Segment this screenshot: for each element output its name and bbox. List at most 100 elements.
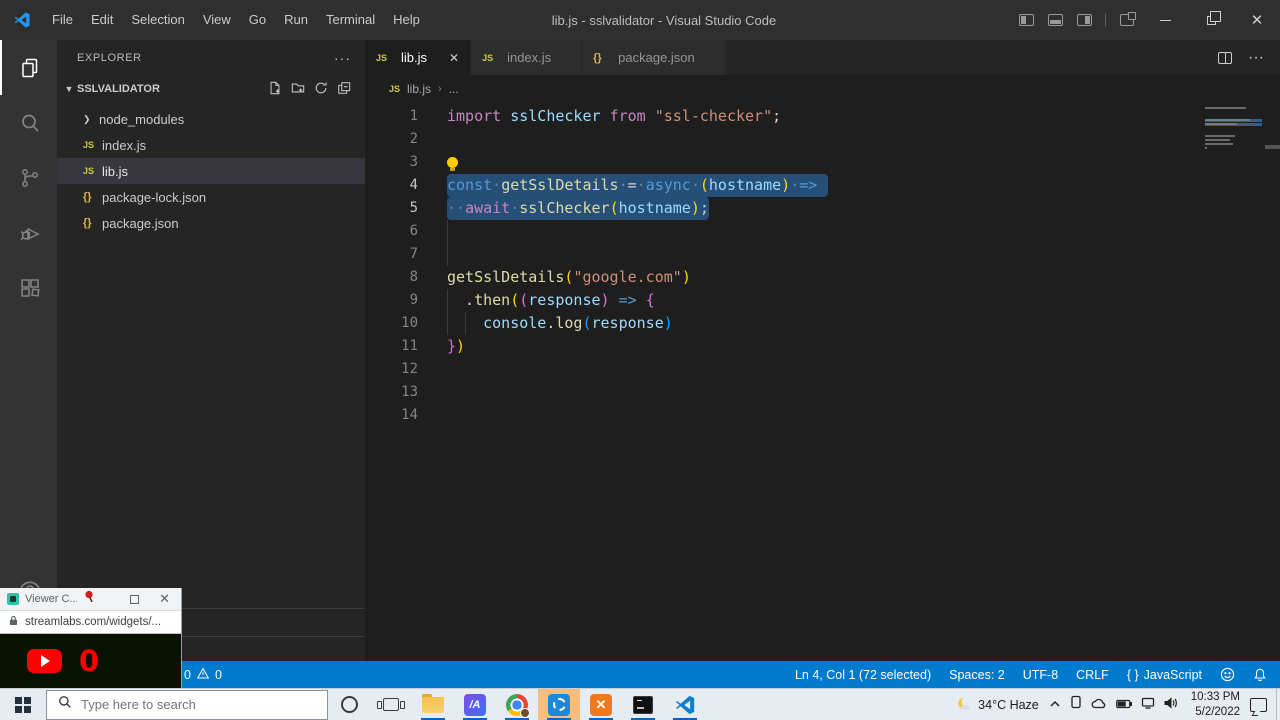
code-line-7[interactable]: 7: [365, 243, 1280, 266]
code-line-10[interactable]: 10 console.log(response): [365, 312, 1280, 335]
menu-go[interactable]: Go: [240, 7, 275, 33]
extensions-icon[interactable]: [0, 260, 57, 315]
code-line-8[interactable]: 8getSslDetails("google.com"): [365, 266, 1280, 289]
code-line-14[interactable]: 14: [365, 404, 1280, 427]
terminal-app[interactable]: [622, 689, 664, 720]
editor-more-icon[interactable]: ···: [1248, 49, 1264, 67]
chrome-app[interactable]: [496, 689, 538, 720]
popup-url[interactable]: streamlabs.com/widgets/...: [25, 616, 161, 628]
xampp-app[interactable]: [580, 689, 622, 720]
viewer-count-popup-window[interactable]: Viewer C... ✕ streamlabs.com/widgets/...…: [0, 588, 181, 688]
new-folder-icon[interactable]: [291, 81, 305, 98]
language-mode[interactable]: { } JavaScript: [1118, 661, 1211, 688]
show-desktop-button[interactable]: [1276, 689, 1280, 720]
lightbulb-icon[interactable]: [447, 157, 458, 168]
line-number: 3: [365, 151, 418, 174]
menu-run[interactable]: Run: [275, 7, 317, 33]
file-package-lock.json[interactable]: {}package-lock.json: [57, 184, 365, 210]
code-line-1[interactable]: 1import sslChecker from "ssl-checker";: [365, 105, 1280, 128]
clock-widget[interactable]: 10:33 PM 5/2/2022: [1191, 690, 1240, 720]
tab-index.js[interactable]: JSindex.js: [471, 40, 582, 75]
restore-button[interactable]: [1188, 0, 1234, 40]
line-number: 2: [365, 128, 418, 151]
slash-a-app[interactable]: [454, 689, 496, 720]
file-package.json[interactable]: {}package.json: [57, 210, 365, 236]
phone-link-icon[interactable]: [1070, 695, 1082, 714]
errors-count[interactable]: 0: [184, 668, 191, 682]
feedback-icon[interactable]: [1211, 661, 1244, 688]
code-line-11[interactable]: 11}): [365, 335, 1280, 358]
tray-time: 10:33 PM: [1191, 690, 1240, 705]
tab-lib.js[interactable]: JSlib.js✕: [365, 40, 471, 75]
code-line-9[interactable]: 9 .then((response) => {: [365, 289, 1280, 312]
new-file-icon[interactable]: [268, 81, 282, 98]
toggle-secondary-sidebar-icon[interactable]: [1077, 14, 1092, 26]
breadcrumb-more[interactable]: ...: [449, 82, 459, 96]
vscode-app[interactable]: [664, 689, 706, 720]
eol-sequence[interactable]: CRLF: [1067, 661, 1118, 688]
popup-favicon: [7, 593, 19, 605]
code-line-12[interactable]: 12: [365, 358, 1280, 381]
popup-address-bar[interactable]: streamlabs.com/widgets/...: [0, 611, 181, 634]
popup-close-icon[interactable]: ✕: [159, 591, 170, 607]
code-editor[interactable]: 1import sslChecker from "ssl-checker";23…: [365, 103, 1280, 661]
indentation[interactable]: Spaces: 2: [940, 661, 1014, 688]
file-node_modules[interactable]: ❯node_modules: [57, 106, 365, 132]
menu-view[interactable]: View: [194, 7, 240, 33]
code-line-2[interactable]: 2: [365, 128, 1280, 151]
code-line-13[interactable]: 13: [365, 381, 1280, 404]
folder-section-header[interactable]: ▼ SSLVALIDATOR: [57, 75, 365, 103]
explorer-icon[interactable]: [0, 40, 57, 95]
viewer-count: 0: [79, 644, 99, 678]
menu-edit[interactable]: Edit: [82, 7, 122, 33]
explorer-more-icon[interactable]: ···: [334, 50, 351, 66]
scrollbar-mark: [1265, 145, 1280, 149]
taskbar-search[interactable]: [46, 690, 328, 720]
customize-layout-icon[interactable]: [1120, 14, 1134, 26]
toggle-sidebar-icon[interactable]: [1019, 14, 1034, 26]
tab-package.json[interactable]: {}package.json: [582, 40, 726, 75]
menu-file[interactable]: File: [43, 7, 82, 33]
code-line-6[interactable]: 6: [365, 220, 1280, 243]
search-icon[interactable]: [0, 95, 57, 150]
network-icon[interactable]: [1141, 696, 1155, 714]
source-control-icon[interactable]: [0, 150, 57, 205]
close-button[interactable]: ✕: [1234, 0, 1280, 40]
notifications-bell-icon[interactable]: [1244, 661, 1276, 688]
file-lib.js[interactable]: JSlib.js: [57, 158, 365, 184]
weather-widget[interactable]: 34°C Haze: [954, 696, 1039, 714]
run-debug-icon[interactable]: [0, 205, 57, 260]
battery-icon[interactable]: [1116, 696, 1132, 714]
volume-icon[interactable]: [1164, 696, 1179, 714]
action-center-icon[interactable]: [1250, 698, 1267, 712]
collapse-folders-icon[interactable]: [337, 81, 351, 98]
warnings-count[interactable]: 0: [215, 668, 222, 682]
onedrive-icon[interactable]: [1091, 696, 1107, 714]
cursor-position[interactable]: Ln 4, Col 1 (72 selected): [786, 661, 940, 688]
menu-help[interactable]: Help: [384, 7, 429, 33]
file-explorer-app[interactable]: [412, 689, 454, 720]
cortana-button[interactable]: [328, 689, 370, 720]
streamlabs-app[interactable]: [538, 689, 580, 720]
popup-title-bar[interactable]: Viewer C... ✕: [0, 588, 181, 611]
refresh-icon[interactable]: [314, 81, 328, 98]
breadcrumb[interactable]: JS lib.js › ...: [365, 75, 1280, 103]
split-editor-icon[interactable]: [1218, 52, 1232, 64]
toggle-panel-icon[interactable]: [1048, 14, 1063, 26]
file-index.js[interactable]: JSindex.js: [57, 132, 365, 158]
menu-selection[interactable]: Selection: [122, 7, 193, 33]
code-line-4[interactable]: 4const·getSslDetails·=·async·(hostname)·…: [365, 174, 1280, 197]
start-button[interactable]: [0, 689, 46, 720]
search-input[interactable]: [81, 697, 311, 712]
menu-terminal[interactable]: Terminal: [317, 7, 384, 33]
close-tab-icon[interactable]: ✕: [449, 51, 459, 65]
encoding[interactable]: UTF-8: [1014, 661, 1067, 688]
code-line-5[interactable]: 5··await·sslChecker(hostname);: [365, 197, 1280, 220]
popup-maximize-icon[interactable]: [130, 595, 139, 604]
minimap[interactable]: [1205, 107, 1262, 163]
code-line-3[interactable]: 3: [365, 151, 1280, 174]
breadcrumb-file[interactable]: lib.js: [407, 82, 431, 96]
minimize-button[interactable]: [1142, 0, 1188, 40]
tray-chevron-icon[interactable]: [1049, 696, 1061, 714]
task-view-button[interactable]: [370, 689, 412, 720]
